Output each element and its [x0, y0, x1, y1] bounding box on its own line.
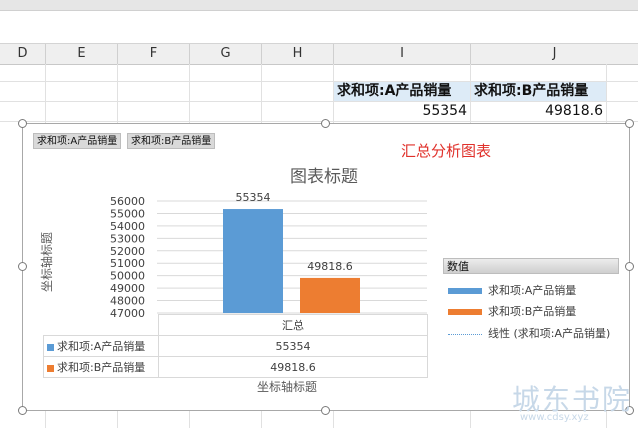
col-header-j[interactable]: J	[471, 44, 638, 64]
y-tick-label: 52000	[110, 245, 145, 258]
col-header-i[interactable]: I	[334, 44, 471, 64]
cell-j-header[interactable]: 求和项:B产品销量	[471, 82, 606, 101]
y-tick-label: 55000	[110, 207, 145, 220]
y-tick-label: 50000	[110, 270, 145, 283]
watermark-url: www.cdsy.xyz	[520, 412, 589, 423]
resize-handle-tr[interactable]	[625, 119, 634, 128]
resize-handle-tl[interactable]	[18, 119, 27, 128]
legend-swatch-a-icon	[448, 288, 482, 294]
data-label-a[interactable]: 55354	[236, 191, 271, 204]
bar-series-a[interactable]	[223, 209, 283, 313]
resize-handle-r[interactable]	[625, 262, 634, 271]
col-header-h[interactable]: H	[262, 44, 334, 64]
y-tick-label: 51000	[110, 257, 145, 270]
data-table-label-b: 求和项:B产品销量	[57, 361, 146, 374]
legend-field-button[interactable]: 数值	[443, 258, 619, 274]
data-table-value-a: 55354	[158, 335, 428, 357]
data-table-value-b: 49818.6	[158, 356, 428, 378]
y-tick-label: 54000	[110, 220, 145, 233]
data-table-category: 汇总	[158, 314, 428, 336]
y-tick-label: 49000	[110, 282, 145, 295]
data-table: 汇总 求和项:A产品销量 55354 求和项:B产品销量 49818.6	[43, 314, 428, 378]
cell-i-header[interactable]: 求和项:A产品销量	[334, 82, 470, 101]
col-header-e[interactable]: E	[46, 44, 118, 64]
resize-handle-l[interactable]	[18, 262, 27, 271]
legend-key-b-icon	[47, 364, 54, 372]
col-header-f[interactable]: F	[118, 44, 190, 64]
resize-handle-t[interactable]	[321, 119, 330, 128]
col-header-g[interactable]: G	[190, 44, 262, 64]
cell-j-value[interactable]: 49818.6	[471, 102, 606, 121]
legend-swatch-b-icon	[448, 309, 482, 315]
x-axis-title[interactable]: 坐标轴标题	[257, 378, 317, 395]
gridlines	[157, 200, 427, 314]
cell-i-value[interactable]: 55354	[334, 102, 470, 121]
legend-item-b[interactable]: 求和项:B产品销量	[448, 303, 576, 319]
data-label-b[interactable]: 49818.6	[307, 260, 353, 273]
formula-bar[interactable]	[0, 11, 638, 44]
resize-handle-bl[interactable]	[18, 406, 27, 415]
column-headers: D E F G H I J	[0, 44, 638, 65]
resize-handle-b[interactable]	[321, 406, 330, 415]
y-tick-labels: 4700048000490005000051000520005300054000…	[110, 195, 145, 320]
pivot-chart[interactable]: 求和项:A产品销量 求和项:B产品销量 汇总分析图表 图表标题 坐标轴标题 47…	[22, 123, 630, 411]
legend-key-a-icon	[47, 343, 54, 351]
bar-series-b[interactable]	[300, 277, 360, 313]
y-tick-label: 53000	[110, 232, 145, 245]
col-header-d[interactable]: D	[0, 44, 46, 64]
data-table-label-a: 求和项:A产品销量	[57, 340, 146, 353]
trendline-swatch-icon	[448, 333, 482, 335]
legend-item-a[interactable]: 求和项:A产品销量	[448, 282, 576, 298]
y-tick-label: 56000	[110, 195, 145, 208]
y-tick-label: 48000	[110, 295, 145, 308]
legend-item-trendline[interactable]: 线性 (求和项:A产品销量)	[448, 325, 610, 341]
ribbon-edge	[0, 0, 638, 11]
